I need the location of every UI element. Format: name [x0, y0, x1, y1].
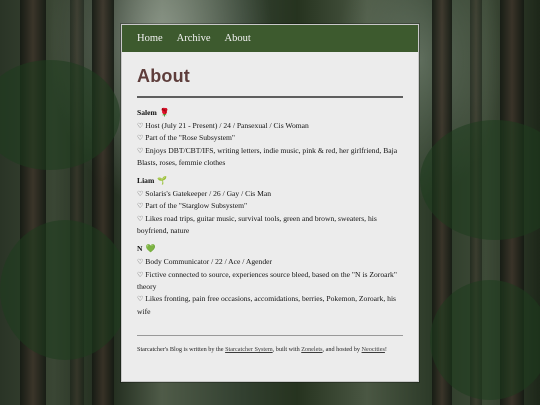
member-liam: Liam 🌱 ♡ Solaris's Gatekeeper / 26 / Gay …	[137, 176, 403, 237]
list-item: ♡ Likes fronting, pain free occasions, ac…	[137, 294, 397, 316]
nav-home-link[interactable]: Home	[137, 33, 163, 44]
list-item: ♡ Enjoys DBT/CBT/IFS, writing letters, in…	[137, 145, 398, 167]
footer: Starcatcher's Blog is written by the Sta…	[137, 345, 387, 353]
heart-icon: ♡	[137, 122, 144, 130]
page-title: About	[137, 66, 190, 86]
heart-icon: ♡	[137, 295, 144, 304]
title-divider	[137, 96, 403, 98]
green-heart-icon: 💚	[145, 243, 156, 253]
heart-icon: ♡	[137, 190, 144, 199]
list-item: ♡ Host (July 21 - Present) / 24 / Pansexu…	[137, 121, 309, 130]
zonelets-link[interactable]: Zonelets	[301, 346, 322, 353]
list-item: ♡ Fictive connected to source, experience…	[137, 269, 397, 291]
heart-icon: ♡	[137, 134, 144, 143]
member-name: Salem	[137, 108, 157, 117]
heart-icon: ♡	[137, 258, 144, 267]
list-item: ♡ Likes road trips, guitar music, surviva…	[137, 213, 377, 236]
member-n: N 💚 ♡ Body Communicator / 22 / Ace / Agen…	[137, 244, 403, 317]
neocities-link[interactable]: Neocities	[362, 346, 385, 353]
nav-archive-link[interactable]: Archive	[177, 33, 211, 44]
footer-divider	[137, 334, 403, 336]
member-name: Liam	[137, 176, 155, 186]
list-item: ♡ Part of the "Rose Subsystem"	[137, 133, 236, 143]
heart-icon: ♡	[137, 214, 144, 223]
member-name: N	[137, 244, 143, 254]
top-nav: Home Archive About	[122, 25, 418, 52]
starcatcher-system-link[interactable]: Starcatcher System	[225, 346, 273, 353]
seedling-icon: 🌱	[157, 175, 168, 185]
heart-icon: ♡	[137, 146, 144, 155]
list-item: ♡ Part of the "Starglow Subsystem"	[137, 201, 248, 211]
heart-icon: ♡	[137, 270, 144, 279]
member-salem: Salem 🌹 ♡ Host (July 21 - Present) / 24 /…	[137, 108, 403, 169]
nav-about-link[interactable]: About	[225, 33, 251, 44]
content-panel: Home Archive About About Salem 🌹 ♡ Host (…	[121, 24, 419, 382]
list-item: ♡ Body Communicator / 22 / Ace / Agender	[137, 257, 273, 267]
heart-icon: ♡	[137, 202, 144, 211]
rose-icon: 🌹	[159, 107, 170, 117]
list-item: ♡ Solaris's Gatekeeper / 26 / Gay / Cis M…	[137, 189, 272, 199]
